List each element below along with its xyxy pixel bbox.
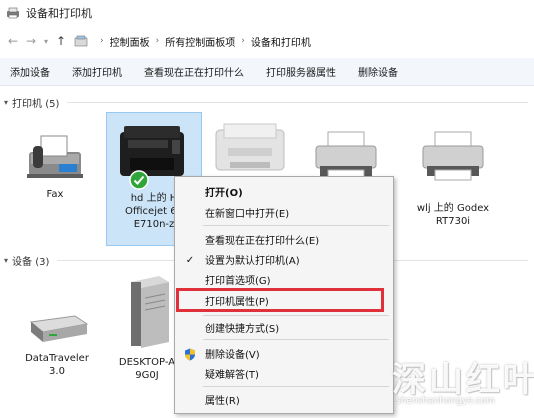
printer-icon bbox=[215, 123, 285, 171]
hp-printer-icon bbox=[120, 126, 184, 176]
breadcrumb-separator-icon: › bbox=[100, 36, 104, 46]
checkmark-icon: ✓ bbox=[185, 254, 195, 266]
watermark-title: 深山红叶 bbox=[392, 360, 534, 400]
device-item-datatraveler[interactable]: DataTraveler 3.0 bbox=[12, 304, 102, 378]
printers-group-header[interactable]: ▾ 打印机 (5) bbox=[0, 94, 534, 110]
breadcrumb-control-panel[interactable]: 控制面板 bbox=[110, 34, 150, 49]
computer-tower-icon bbox=[131, 276, 169, 348]
control-panel-icon bbox=[74, 35, 88, 47]
usb-drive-icon bbox=[29, 315, 89, 342]
breadcrumb: › 控制面板 › 所有控制面板项 › 设备和打印机 bbox=[74, 34, 311, 49]
see-whats-printing-button[interactable]: 查看现在正在打印什么 bbox=[144, 64, 244, 79]
printer-icon bbox=[422, 131, 484, 181]
menu-item-see-whats-printing[interactable]: 查看现在正在打印什么(E) bbox=[175, 229, 393, 249]
printer-item-godex[interactable]: wlj 上的 Godex RT730i bbox=[398, 130, 508, 228]
menu-item-set-default-printer[interactable]: ✓ 设置为默认打印机(A) bbox=[175, 249, 393, 269]
fax-icon bbox=[27, 135, 83, 178]
annotation-highlight-box bbox=[176, 288, 384, 312]
menu-item-troubleshoot[interactable]: 疑难解答(T) bbox=[175, 363, 393, 383]
printer-icon bbox=[315, 131, 377, 181]
window-title: 设备和打印机 bbox=[26, 7, 92, 20]
watermark-url: shenshanhongye.com bbox=[396, 396, 495, 406]
printer-label: Fax bbox=[46, 189, 64, 200]
printer-item-3[interactable] bbox=[205, 118, 295, 182]
dropdown-chevron-icon[interactable]: ▾ bbox=[40, 32, 52, 50]
back-arrow-icon[interactable]: ← bbox=[4, 32, 22, 50]
device-label: DESKTOP-A 9G0J bbox=[118, 357, 176, 381]
device-label: DataTraveler 3.0 bbox=[25, 353, 89, 377]
device-item-desktop[interactable]: DESKTOP-A 9G0J bbox=[112, 272, 182, 382]
menu-item-properties[interactable]: 属性(R) bbox=[175, 389, 393, 409]
breadcrumb-devices-printers[interactable]: 设备和打印机 bbox=[251, 34, 311, 49]
menu-separator bbox=[203, 225, 389, 226]
default-printer-check-icon bbox=[129, 170, 149, 190]
address-bar: ← → ▾ ↑ › 控制面板 › 所有控制面板项 › 设备和打印机 bbox=[0, 28, 534, 54]
menu-separator bbox=[203, 386, 389, 387]
up-arrow-icon[interactable]: ↑ bbox=[52, 32, 70, 50]
menu-item-open[interactable]: 打开(O) bbox=[175, 181, 393, 201]
printers-group-label: 打印机 (5) bbox=[12, 98, 60, 110]
collapse-chevron-icon[interactable]: ▾ bbox=[4, 256, 8, 265]
title-bar: 设备和打印机 bbox=[0, 0, 534, 26]
menu-item-remove-device[interactable]: 删除设备(V) bbox=[175, 343, 393, 363]
forward-arrow-icon[interactable]: → bbox=[22, 32, 40, 50]
menu-item-create-shortcut[interactable]: 创建快捷方式(S) bbox=[175, 317, 393, 337]
menu-item-printing-preferences[interactable]: 打印首选项(G) bbox=[175, 269, 393, 289]
breadcrumb-separator-icon: › bbox=[241, 36, 245, 46]
menu-separator bbox=[203, 315, 389, 316]
watermark: 深山红叶 shenshanhongye.com bbox=[384, 352, 534, 418]
remove-device-button[interactable]: 删除设备 bbox=[358, 64, 398, 79]
breadcrumb-separator-icon: › bbox=[155, 36, 160, 46]
uac-shield-icon bbox=[183, 347, 197, 361]
breadcrumb-all-items[interactable]: 所有控制面板项 bbox=[165, 34, 235, 49]
devices-printers-icon bbox=[7, 7, 19, 19]
menu-item-open-new-window[interactable]: 在新窗口中打开(E) bbox=[175, 202, 393, 222]
print-server-properties-button[interactable]: 打印服务器属性 bbox=[266, 64, 336, 79]
menu-separator bbox=[203, 339, 389, 340]
add-device-button[interactable]: 添加设备 bbox=[10, 64, 50, 79]
printer-label: wlj 上的 Godex RT730i bbox=[416, 203, 490, 227]
printer-item-fax[interactable]: Fax bbox=[10, 128, 100, 201]
add-printer-button[interactable]: 添加打印机 bbox=[72, 64, 122, 79]
devices-group-label: 设备 (3) bbox=[12, 256, 50, 268]
group-divider bbox=[67, 101, 528, 103]
command-bar: 添加设备 添加打印机 查看现在正在打印什么 打印服务器属性 删除设备 bbox=[0, 58, 534, 86]
collapse-chevron-icon[interactable]: ▾ bbox=[4, 98, 8, 107]
